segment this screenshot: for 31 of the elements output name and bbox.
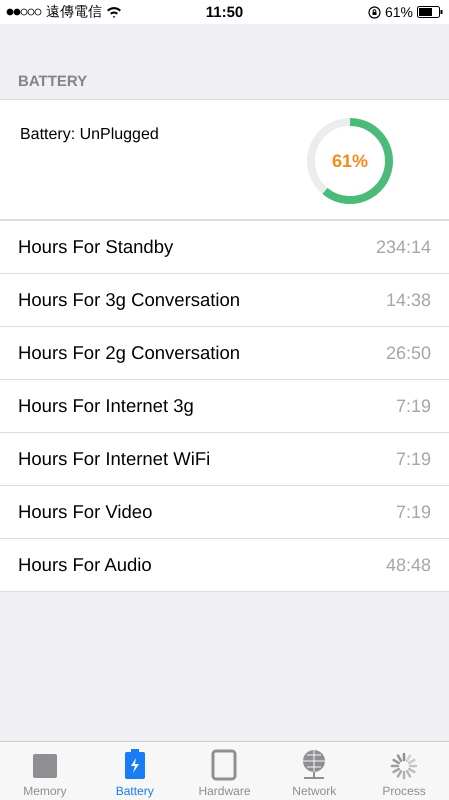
carrier-name: 遠傳電信 [46, 3, 102, 21]
row-value: 48:48 [386, 554, 431, 576]
tab[interactable]: Memory [0, 742, 90, 800]
tab[interactable]: Process [359, 742, 449, 800]
wifi-icon [106, 6, 122, 18]
row-label: Hours For Internet WiFi [18, 448, 210, 470]
status-time: 11:50 [206, 4, 244, 20]
row-label: Hours For Audio [18, 554, 152, 576]
row-value: 7:19 [396, 396, 431, 416]
section-header: BATTERY [18, 73, 88, 90]
tab[interactable]: Network [269, 742, 360, 800]
row-value: 26:50 [386, 342, 431, 364]
row-label: Hours For 2g Conversation [18, 342, 240, 364]
battery-status: Battery: UnPlugged [20, 126, 159, 145]
tab[interactable]: Hardware [180, 742, 270, 800]
battery-icon [417, 6, 443, 18]
tablet-icon [211, 749, 238, 781]
spinner-icon [389, 751, 420, 781]
battery-percent: 61% [384, 4, 413, 20]
battery-percent-label: 61% [330, 150, 370, 172]
rotation-lock-icon [368, 6, 381, 18]
row-value: 7:19 [396, 448, 431, 470]
row-label: Hours For Internet 3g [18, 395, 194, 417]
row-label: Hours For 3g Conversation [18, 289, 240, 311]
row-value: 7:19 [396, 502, 431, 522]
signal-icon [6, 8, 42, 16]
row-label: Hours For Standby [18, 236, 174, 258]
tab[interactable]: Battery [90, 742, 180, 800]
row-value: 234:14 [376, 236, 431, 258]
row-value: 14:38 [386, 290, 431, 310]
row-label: Hours For Video [18, 501, 152, 523]
